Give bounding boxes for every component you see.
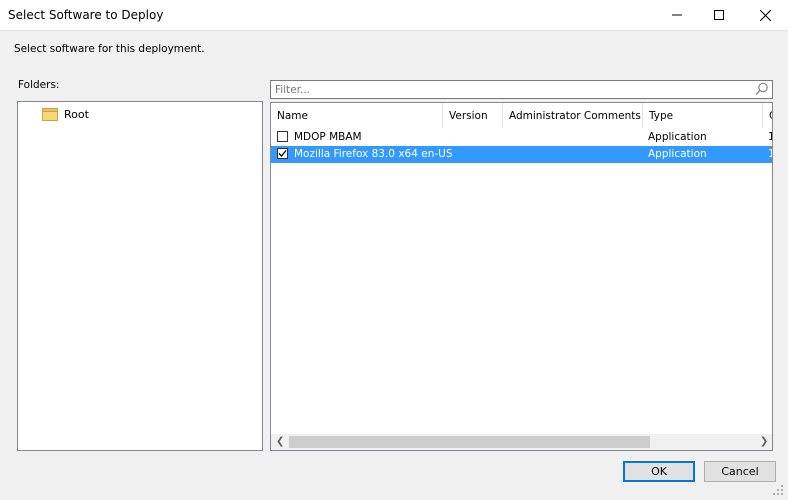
row-checkbox[interactable] xyxy=(277,148,288,159)
folder-item-root[interactable]: Root xyxy=(39,107,92,122)
folder-icon xyxy=(42,108,58,121)
maximize-button[interactable] xyxy=(696,0,742,30)
filter-input[interactable] xyxy=(275,82,745,98)
table-row[interactable]: MDOP MBAM Application 1 xyxy=(271,129,772,146)
resize-grip-icon[interactable] xyxy=(772,484,784,496)
minimize-button[interactable] xyxy=(654,0,700,30)
scroll-left-icon[interactable]: ❮ xyxy=(276,436,284,447)
column-header-name[interactable]: Name xyxy=(271,103,443,128)
table-row[interactable]: Mozilla Firefox 83.0 x64 en-US Applicati… xyxy=(271,146,772,163)
scroll-right-icon[interactable]: ❯ xyxy=(760,436,768,447)
row-name: MDOP MBAM xyxy=(294,131,362,143)
row-type: Application xyxy=(648,148,707,160)
row-type: Application xyxy=(648,131,707,143)
title-bar: Select Software to Deploy xyxy=(0,0,788,31)
cancel-button[interactable]: Cancel xyxy=(704,461,776,482)
folder-item-label: Root xyxy=(64,108,89,121)
scrollbar-thumb[interactable] xyxy=(289,436,650,448)
list-header: Name Version Administrator Comments Type… xyxy=(271,103,772,128)
column-header-type[interactable]: Type xyxy=(643,103,763,128)
software-list: Name Version Administrator Comments Type… xyxy=(270,102,773,451)
minimize-icon xyxy=(672,14,682,16)
row-extra: 1 xyxy=(768,131,772,143)
filter-box xyxy=(270,80,773,99)
window-title: Select Software to Deploy xyxy=(8,8,164,22)
checkmark-icon xyxy=(278,150,287,157)
ok-button[interactable]: OK xyxy=(623,461,695,482)
search-icon[interactable] xyxy=(755,82,769,96)
column-header-administrator-comments[interactable]: Administrator Comments xyxy=(503,103,643,128)
folders-tree[interactable]: Root xyxy=(17,101,263,451)
horizontal-scrollbar[interactable]: ❮ ❯ xyxy=(271,434,772,450)
row-checkbox[interactable] xyxy=(277,131,288,142)
close-button[interactable] xyxy=(742,0,788,30)
column-header-extra[interactable]: C xyxy=(763,103,772,128)
row-name: Mozilla Firefox 83.0 x64 en-US xyxy=(294,148,453,160)
maximize-icon xyxy=(714,10,724,20)
close-icon xyxy=(759,9,771,21)
column-header-version[interactable]: Version xyxy=(443,103,503,128)
instruction-text: Select software for this deployment. xyxy=(14,43,205,55)
folders-label: Folders: xyxy=(18,79,60,91)
row-extra: 1 xyxy=(768,148,772,160)
